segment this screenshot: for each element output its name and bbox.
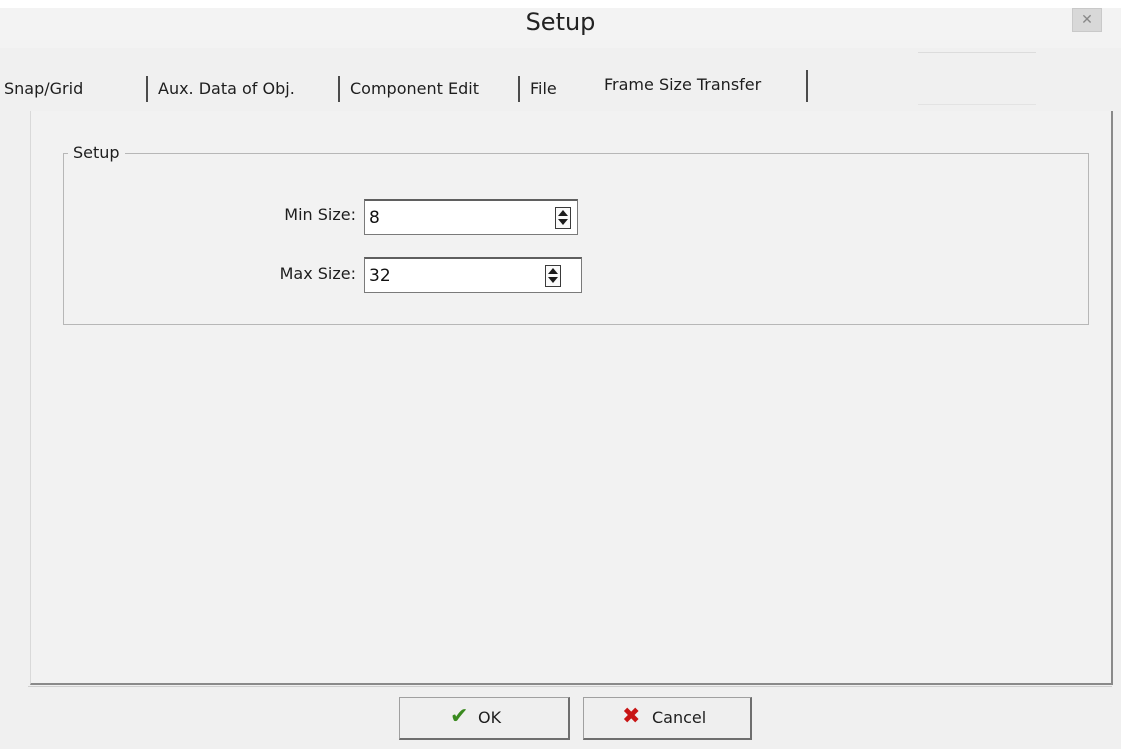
spin-down-arrow-icon[interactable] <box>548 277 558 283</box>
groupbox-legend: Setup <box>68 143 125 162</box>
tab-frame-size-transfer[interactable]: Frame Size Transfer <box>604 70 761 100</box>
tab-strip-line <box>918 52 1036 53</box>
checkmark-icon: ✔ <box>450 704 469 729</box>
tab-separator <box>146 76 148 102</box>
spin-up-arrow-icon[interactable] <box>548 268 558 274</box>
spin-up-arrow-icon[interactable] <box>558 210 568 216</box>
min-size-spinner[interactable]: 8 <box>364 199 578 235</box>
tab-separator <box>338 76 340 102</box>
window-title: Setup <box>525 8 596 36</box>
ok-button[interactable]: ✔ OK <box>399 697 570 740</box>
tab-snap-grid[interactable]: Snap/Grid <box>4 74 83 104</box>
tab-aux-data-of-obj[interactable]: Aux. Data of Obj. <box>158 74 295 104</box>
min-size-label: Min Size: <box>284 205 356 224</box>
cancel-button[interactable]: ✖ Cancel <box>583 697 752 740</box>
max-size-spin-button[interactable] <box>545 265 561 287</box>
tab-separator <box>806 70 808 102</box>
close-icon[interactable]: ✕ <box>1072 8 1102 32</box>
tab-file[interactable]: File <box>530 74 557 104</box>
max-size-label: Max Size: <box>279 264 356 283</box>
max-size-spinner[interactable]: 32 <box>364 257 582 293</box>
tab-strip: Snap/Grid Aux. Data of Obj. Component Ed… <box>0 66 1121 112</box>
title-bar-top-edge <box>0 0 1121 8</box>
cancel-button-label: Cancel <box>652 708 707 727</box>
x-icon: ✖ <box>622 704 641 729</box>
ok-button-label: OK <box>478 708 502 727</box>
setup-groupbox <box>63 153 1089 325</box>
min-size-spin-button[interactable] <box>555 207 571 229</box>
tab-component-edit[interactable]: Component Edit <box>350 74 479 104</box>
min-size-value[interactable]: 8 <box>369 208 380 228</box>
footer-divider <box>28 686 1112 687</box>
tab-strip-line <box>918 104 1036 105</box>
tab-separator <box>518 76 520 102</box>
setup-dialog: Setup ✕ Snap/Grid Aux. Data of Obj. Comp… <box>0 0 1121 749</box>
max-size-value[interactable]: 32 <box>369 266 391 286</box>
spin-down-arrow-icon[interactable] <box>558 219 568 225</box>
